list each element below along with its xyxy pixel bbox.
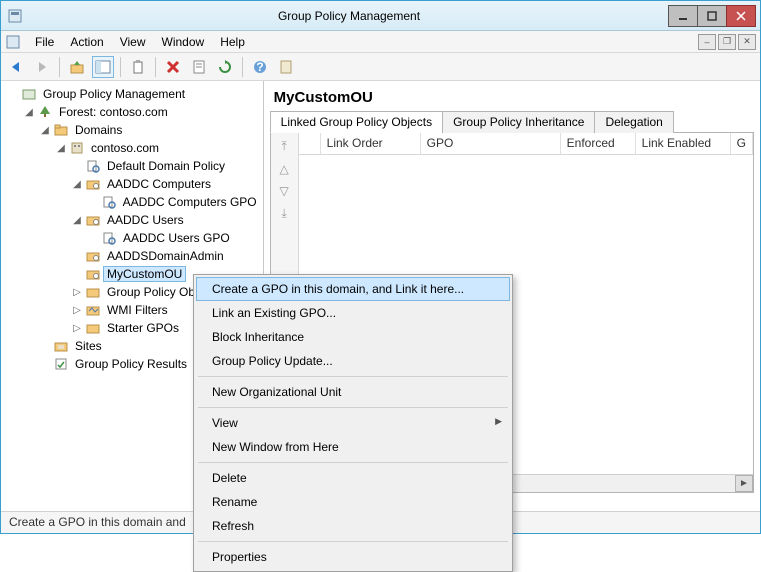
back-button[interactable] [5, 56, 27, 78]
menu-gp-update[interactable]: Group Policy Update... [196, 349, 510, 373]
tree-aadds-domain-admin[interactable]: AADDSDomainAdmin [3, 247, 261, 265]
col-gpo[interactable]: GPO [421, 133, 561, 154]
menu-view[interactable]: View [196, 411, 510, 435]
app-icon [1, 8, 29, 24]
refresh-button[interactable] [214, 56, 236, 78]
folder-icon [85, 320, 101, 336]
close-button[interactable] [726, 5, 756, 27]
menu-rename[interactable]: Rename [196, 490, 510, 514]
menu-view[interactable]: View [112, 33, 154, 51]
move-down-icon[interactable]: ▽ [280, 184, 289, 198]
move-up-icon[interactable]: △ [280, 162, 289, 176]
properties-button[interactable] [188, 56, 210, 78]
col-gpo-status[interactable]: G [731, 133, 753, 154]
filter-button[interactable] [275, 56, 297, 78]
context-menu: Create a GPO in this domain, and Link it… [193, 274, 513, 572]
menu-file[interactable]: File [27, 33, 62, 51]
menu-action[interactable]: Action [62, 33, 111, 51]
sites-icon [53, 338, 69, 354]
menu-bar: File Action View Window Help – ❐ ✕ [1, 31, 760, 53]
menu-refresh[interactable]: Refresh [196, 514, 510, 538]
scroll-right-button[interactable]: ► [735, 475, 753, 492]
forest-icon [37, 104, 53, 120]
move-top-icon[interactable]: ⤒ [282, 139, 287, 154]
svg-text:?: ? [256, 60, 263, 74]
tree-forest[interactable]: ◢Forest: contoso.com [3, 103, 261, 121]
tab-strip: Linked Group Policy Objects Group Policy… [270, 110, 754, 133]
menu-create-gpo[interactable]: Create a GPO in this domain, and Link it… [196, 277, 510, 301]
column-headers: Link Order GPO Enforced Link Enabled G [299, 133, 753, 155]
tree-default-domain-policy[interactable]: Default Domain Policy [3, 157, 261, 175]
mdi-close-button[interactable]: ✕ [738, 34, 756, 50]
tab-linked-gpo[interactable]: Linked Group Policy Objects [270, 111, 443, 133]
menu-properties[interactable]: Properties [196, 545, 510, 569]
forward-button[interactable] [31, 56, 53, 78]
pane-title: MyCustomOU [274, 89, 750, 106]
menu-new-ou[interactable]: New Organizational Unit [196, 380, 510, 404]
col-link-order[interactable]: Link Order [321, 133, 421, 154]
results-icon [53, 356, 69, 372]
up-folder-button[interactable] [66, 56, 88, 78]
app-menu-icon[interactable] [5, 34, 21, 50]
menu-new-window[interactable]: New Window from Here [196, 435, 510, 459]
ou-icon [85, 248, 101, 264]
domain-icon [69, 140, 85, 156]
tree-aaddc-users[interactable]: ◢AADDC Users [3, 211, 261, 229]
col-link-enabled[interactable]: Link Enabled [636, 133, 731, 154]
col-icon[interactable] [299, 133, 321, 154]
toolbar: ? [1, 53, 760, 81]
window-title: Group Policy Management [29, 9, 669, 23]
ou-icon [85, 266, 101, 282]
tree-domains[interactable]: ◢Domains [3, 121, 261, 139]
wmi-icon [85, 302, 101, 318]
folder-icon [85, 284, 101, 300]
ou-icon [85, 212, 101, 228]
ou-icon [85, 176, 101, 192]
gpo-link-icon [85, 158, 101, 174]
mdi-minimize-button[interactable]: – [698, 34, 716, 50]
tree-domain[interactable]: ◢contoso.com [3, 139, 261, 157]
clipboard-button[interactable] [127, 56, 149, 78]
delete-button[interactable] [162, 56, 184, 78]
tab-delegation[interactable]: Delegation [594, 111, 673, 133]
show-tree-button[interactable] [92, 56, 114, 78]
tree-aaddc-users-gpo[interactable]: AADDC Users GPO [3, 229, 261, 247]
col-enforced[interactable]: Enforced [561, 133, 636, 154]
menu-block-inheritance[interactable]: Block Inheritance [196, 325, 510, 349]
gpo-link-icon [101, 230, 117, 246]
menu-help[interactable]: Help [212, 33, 253, 51]
move-bottom-icon[interactable]: ⤓ [282, 206, 287, 221]
mdi-restore-button[interactable]: ❐ [718, 34, 736, 50]
minimize-button[interactable] [668, 5, 698, 27]
menu-window[interactable]: Window [154, 33, 213, 51]
menu-delete[interactable]: Delete [196, 466, 510, 490]
tree-aaddc-computers-gpo[interactable]: AADDC Computers GPO [3, 193, 261, 211]
folder-icon [53, 122, 69, 138]
tree-aaddc-computers[interactable]: ◢AADDC Computers [3, 175, 261, 193]
tab-inheritance[interactable]: Group Policy Inheritance [442, 111, 595, 133]
maximize-button[interactable] [697, 5, 727, 27]
tree-root[interactable]: Group Policy Management [3, 85, 261, 103]
menu-link-gpo[interactable]: Link an Existing GPO... [196, 301, 510, 325]
gpo-link-icon [101, 194, 117, 210]
help-button[interactable]: ? [249, 56, 271, 78]
mmc-icon [21, 86, 37, 102]
